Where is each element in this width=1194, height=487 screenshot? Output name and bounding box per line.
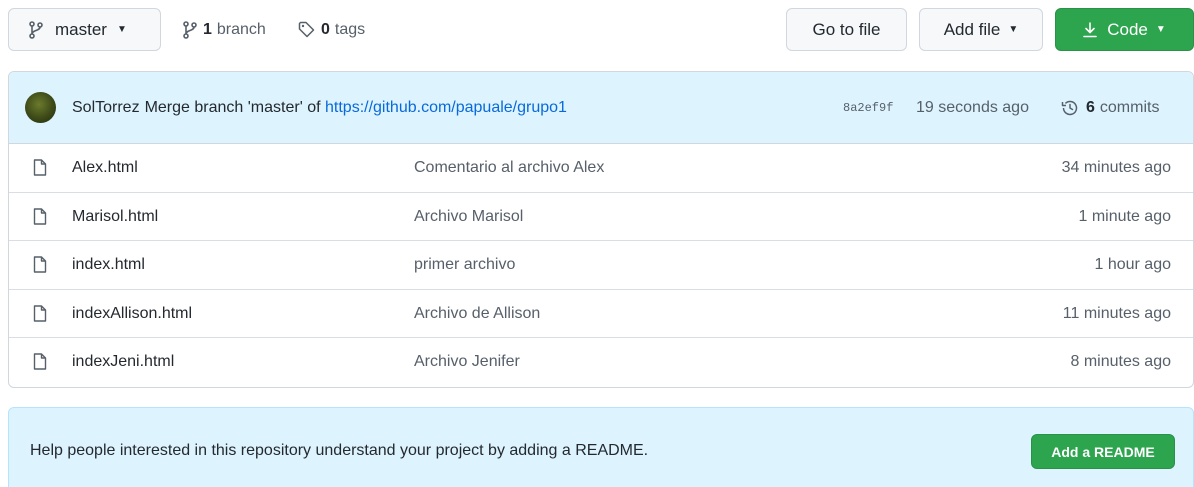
file-age: 8 minutes ago bbox=[1070, 353, 1171, 370]
tags-link[interactable]: 0 tags bbox=[298, 8, 365, 51]
file-name[interactable]: Marisol.html bbox=[72, 193, 158, 241]
commit-author[interactable]: SolTorrez bbox=[72, 99, 140, 117]
file-row: index.html primer archivo 1 hour ago bbox=[9, 241, 1193, 290]
file-age: 11 minutes ago bbox=[1062, 304, 1171, 322]
commit-message-link[interactable]: https://github.com/papuale/grupo1 bbox=[325, 99, 567, 117]
file-row: indexAllison.html Archivo de Allison 11 … bbox=[9, 290, 1193, 338]
file-age: 1 minute ago bbox=[1078, 207, 1171, 225]
caret-down-icon: ▼ bbox=[1155, 24, 1166, 35]
commits-history-link[interactable]: 6 commits bbox=[1061, 72, 1159, 144]
code-label: Code bbox=[1107, 19, 1148, 39]
file-age: 1 hour ago bbox=[1094, 256, 1171, 273]
download-icon bbox=[1083, 21, 1098, 38]
add-file-button[interactable]: Add file ▼ bbox=[919, 8, 1043, 51]
file-commit-message[interactable]: Archivo Jenifer bbox=[414, 338, 520, 386]
branch-name: master bbox=[55, 19, 107, 39]
add-readme-button[interactable]: Add a README bbox=[1031, 434, 1175, 469]
caret-down-icon: ▼ bbox=[116, 24, 127, 35]
branches-label: branch bbox=[216, 20, 266, 38]
branches-count: 1 bbox=[203, 20, 212, 38]
git-branch-icon bbox=[183, 20, 197, 39]
file-commit-message[interactable]: primer archivo bbox=[414, 241, 515, 289]
file-icon bbox=[33, 159, 47, 176]
tags-count: 0 bbox=[321, 20, 330, 38]
caret-down-icon: ▼ bbox=[1008, 24, 1019, 35]
commit-age: 19 seconds ago bbox=[916, 99, 1029, 116]
go-to-file-button[interactable]: Go to file bbox=[786, 8, 907, 51]
code-button[interactable]: Code ▼ bbox=[1055, 8, 1194, 51]
file-name[interactable]: Alex.html bbox=[72, 144, 138, 192]
branches-link[interactable]: 1 branch bbox=[183, 8, 266, 51]
avatar[interactable] bbox=[25, 92, 56, 123]
file-row: Marisol.html Archivo Marisol 1 minute ag… bbox=[9, 193, 1193, 241]
file-name[interactable]: indexJeni.html bbox=[72, 338, 174, 386]
latest-commit-bar: SolTorrez Merge branch 'master' of https… bbox=[9, 72, 1193, 144]
file-icon bbox=[33, 304, 47, 322]
branch-select-button[interactable]: master ▼ bbox=[8, 8, 161, 51]
tag-icon bbox=[298, 21, 315, 38]
file-row: indexJeni.html Archivo Jenifer 8 minutes… bbox=[9, 338, 1193, 387]
file-icon bbox=[33, 256, 47, 273]
file-commit-message[interactable]: Archivo Marisol bbox=[414, 193, 523, 241]
file-name[interactable]: indexAllison.html bbox=[72, 290, 192, 338]
commits-count: 6 bbox=[1086, 99, 1095, 116]
commit-message-text[interactable]: Merge branch 'master' of bbox=[145, 99, 321, 117]
file-row: Alex.html Comentario al archivo Alex 34 … bbox=[9, 144, 1193, 193]
file-name[interactable]: index.html bbox=[72, 241, 145, 289]
add-file-label: Add file bbox=[943, 19, 1001, 39]
file-commit-message[interactable]: Comentario al archivo Alex bbox=[414, 144, 604, 192]
tags-label: tags bbox=[334, 20, 366, 38]
commits-label: commits bbox=[1099, 99, 1160, 116]
commit-sha[interactable]: 8a2ef9f bbox=[843, 72, 893, 144]
file-list: SolTorrez Merge branch 'master' of https… bbox=[8, 71, 1194, 388]
file-icon bbox=[33, 353, 47, 370]
readme-banner: Help people interested in this repositor… bbox=[8, 407, 1194, 487]
commit-message: SolTorrez Merge branch 'master' of https… bbox=[72, 72, 567, 144]
file-age: 34 minutes ago bbox=[1061, 159, 1171, 176]
history-icon bbox=[1061, 99, 1079, 117]
file-icon bbox=[33, 207, 47, 225]
file-commit-message[interactable]: Archivo de Allison bbox=[414, 290, 540, 338]
repo-toolbar: master ▼ 1 branch 0 tags Go to file Add … bbox=[8, 8, 1194, 52]
git-branch-icon bbox=[29, 20, 43, 39]
readme-banner-text: Help people interested in this repositor… bbox=[30, 442, 649, 459]
